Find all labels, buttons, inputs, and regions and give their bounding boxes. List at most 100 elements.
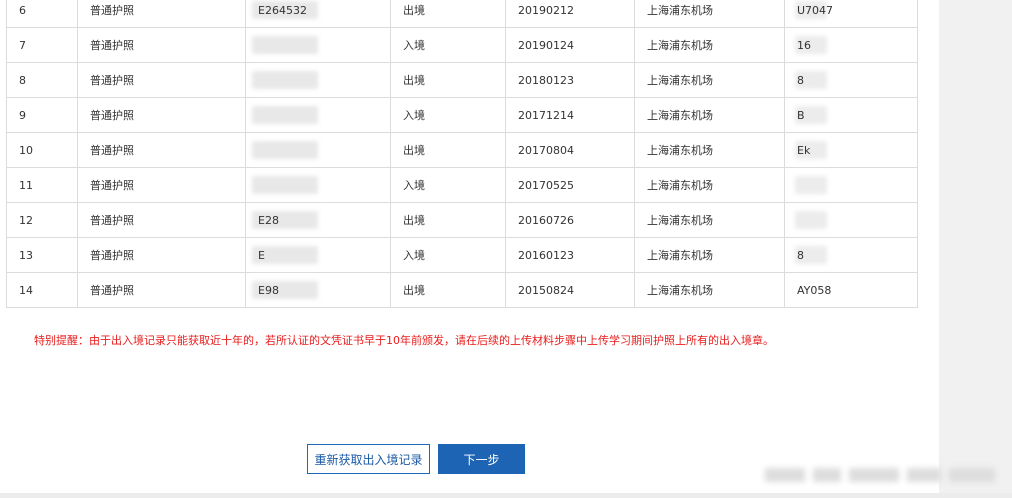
- flight-text: AY058: [797, 283, 832, 297]
- table-row: 6 普通护照 E264532 出境 20190212 上海浦东机场 U7047: [6, 0, 918, 28]
- flight-cell: [784, 167, 918, 203]
- document-number-cell: [245, 62, 391, 98]
- row-number-text: 6: [19, 3, 26, 17]
- flight-text: 8: [797, 248, 804, 262]
- port-text: 上海浦东机场: [647, 109, 713, 122]
- document-number-cell: E28: [245, 202, 391, 238]
- row-number-cell: 14: [6, 272, 78, 308]
- port-text: 上海浦东机场: [647, 74, 713, 87]
- document-type-text: 普通护照: [90, 39, 134, 52]
- row-number-text: 9: [19, 108, 26, 122]
- document-type-cell: 普通护照: [77, 27, 246, 63]
- direction-cell: 入境: [390, 27, 506, 63]
- document-number-cell: [245, 27, 391, 63]
- port-text: 上海浦东机场: [647, 249, 713, 262]
- port-cell: 上海浦东机场: [634, 62, 785, 98]
- flight-cell: AY058: [784, 272, 918, 308]
- date-cell: 20180123: [505, 62, 635, 98]
- direction-cell: 出境: [390, 132, 506, 168]
- document-number-text: E264532: [258, 3, 307, 17]
- bottom-strip: [0, 493, 1012, 498]
- row-number-text: 7: [19, 38, 26, 52]
- flight-cell: B: [784, 97, 918, 133]
- date-text: 20150824: [518, 283, 574, 297]
- date-cell: 20170804: [505, 132, 635, 168]
- date-cell: 20160123: [505, 237, 635, 273]
- document-number-text: E: [258, 248, 265, 262]
- port-cell: 上海浦东机场: [634, 237, 785, 273]
- row-number-text: 10: [19, 143, 33, 157]
- document-number-cell: E98: [245, 272, 391, 308]
- table-row: 8 普通护照 出境 20180123 上海浦东机场 8: [6, 62, 918, 98]
- document-type-cell: 普通护照: [77, 272, 246, 308]
- direction-cell: 出境: [390, 202, 506, 238]
- row-number-cell: 9: [6, 97, 78, 133]
- table-row: 12 普通护照 E28 出境 20160726 上海浦东机场: [6, 202, 918, 238]
- port-cell: 上海浦东机场: [634, 202, 785, 238]
- document-type-text: 普通护照: [90, 249, 134, 262]
- row-number-text: 8: [19, 73, 26, 87]
- flight-cell: 8: [784, 62, 918, 98]
- document-type-cell: 普通护照: [77, 167, 246, 203]
- row-number-text: 11: [19, 178, 33, 192]
- table-row: 14 普通护照 E98 出境 20150824 上海浦东机场 AY058: [6, 272, 918, 308]
- flight-cell: 16: [784, 27, 918, 63]
- port-cell: 上海浦东机场: [634, 132, 785, 168]
- direction-text: 出境: [403, 284, 425, 297]
- document-type-text: 普通护照: [90, 109, 134, 122]
- date-cell: 20190212: [505, 0, 635, 28]
- port-text: 上海浦东机场: [647, 179, 713, 192]
- document-number-cell: [245, 132, 391, 168]
- row-number-text: 12: [19, 213, 33, 227]
- document-type-text: 普通护照: [90, 214, 134, 227]
- date-text: 20190212: [518, 3, 574, 17]
- date-cell: 20150824: [505, 272, 635, 308]
- date-text: 20171214: [518, 108, 574, 122]
- date-text: 20170804: [518, 143, 574, 157]
- port-text: 上海浦东机场: [647, 4, 713, 17]
- row-number-cell: 8: [6, 62, 78, 98]
- port-text: 上海浦东机场: [647, 214, 713, 227]
- document-type-cell: 普通护照: [77, 97, 246, 133]
- direction-text: 入境: [403, 249, 425, 262]
- flight-cell: [784, 202, 918, 238]
- date-cell: 20171214: [505, 97, 635, 133]
- flight-cell: U7047: [784, 0, 918, 28]
- port-cell: 上海浦东机场: [634, 272, 785, 308]
- row-number-cell: 11: [6, 167, 78, 203]
- direction-text: 出境: [403, 4, 425, 17]
- row-number-text: 13: [19, 248, 33, 262]
- document-number-cell: [245, 97, 391, 133]
- document-type-cell: 普通护照: [77, 237, 246, 273]
- port-text: 上海浦东机场: [647, 284, 713, 297]
- flight-text: Ek: [797, 143, 811, 157]
- document-type-cell: 普通护照: [77, 0, 246, 28]
- flight-cell: Ek: [784, 132, 918, 168]
- direction-text: 入境: [403, 179, 425, 192]
- redacted-footer-area: [765, 464, 1005, 486]
- flight-text: U7047: [797, 3, 834, 17]
- direction-text: 出境: [403, 74, 425, 87]
- row-number-cell: 7: [6, 27, 78, 63]
- document-type-text: 普通护照: [90, 144, 134, 157]
- next-step-button[interactable]: 下一步: [438, 444, 525, 474]
- port-cell: 上海浦东机场: [634, 27, 785, 63]
- document-type-text: 普通护照: [90, 179, 134, 192]
- direction-cell: 入境: [390, 167, 506, 203]
- document-number-cell: E264532: [245, 0, 391, 28]
- row-number-cell: 10: [6, 132, 78, 168]
- document-number-text: E28: [258, 213, 279, 227]
- row-number-cell: 13: [6, 237, 78, 273]
- port-text: 上海浦东机场: [647, 144, 713, 157]
- document-type-text: 普通护照: [90, 74, 134, 87]
- special-notice: 特别提醒：由于出入境记录只能获取近十年的，若所认证的文凭证书早于10年前颁发，请…: [34, 334, 774, 347]
- refresh-records-button[interactable]: 重新获取出入境记录: [307, 444, 430, 474]
- row-number-text: 14: [19, 283, 33, 297]
- date-text: 20180123: [518, 73, 574, 87]
- table-row: 13 普通护照 E 入境 20160123 上海浦东机场 8: [6, 237, 918, 273]
- document-type-text: 普通护照: [90, 284, 134, 297]
- date-cell: 20160726: [505, 202, 635, 238]
- flight-text: 16: [797, 38, 811, 52]
- date-cell: 20190124: [505, 27, 635, 63]
- port-cell: 上海浦东机场: [634, 97, 785, 133]
